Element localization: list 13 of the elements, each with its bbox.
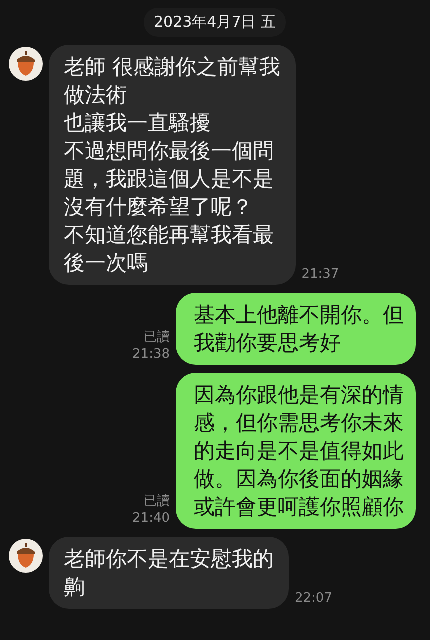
date-chip: 2023年4月7日 五 (144, 8, 286, 37)
message-bubble: 老師 很感謝你之前幫我 做法術 也讓我一直騷擾 不過想問你最後一個問 題，我跟這個人是不是 沒有什麼希望了呢？ 不知道您能再幫我看最 後一次嗎 (49, 45, 296, 285)
message-time: 21:40 (132, 510, 170, 527)
avatar-icon[interactable] (9, 47, 43, 81)
message-time: 21:38 (132, 346, 170, 363)
message-time: 21:37 (302, 266, 340, 283)
read-receipt: 已讀 (144, 329, 170, 346)
avatar-icon[interactable] (9, 539, 43, 573)
message-bubble: 基本上他離不開你。但 我勸你要思考好 (176, 293, 416, 365)
message-time: 22:07 (295, 590, 332, 607)
message-bubble: 老師你不是在安慰我的 齁 (49, 537, 289, 609)
message-bubble: 因為你跟他是有深的情 感，但你需思考你未來 的走向是不是值得如此 做。因為你後面的姻緣 或許會更呵護你照顧你 (176, 373, 416, 529)
read-receipt: 已讀 (144, 493, 170, 510)
